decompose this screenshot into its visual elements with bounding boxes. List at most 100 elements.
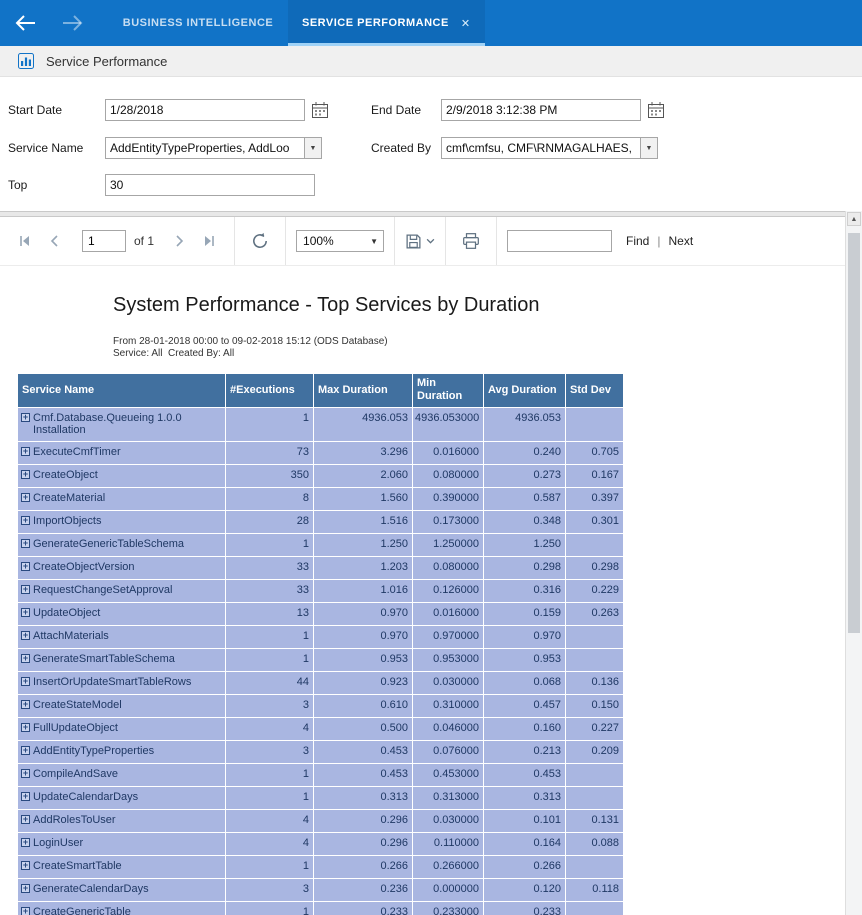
table-row: +AddEntityTypeProperties30.4530.0760000.… [18,741,624,764]
cell-value [566,902,624,915]
expand-plus-icon[interactable]: + [21,516,30,525]
page-number-input[interactable] [82,230,126,252]
top-navigation-bar: BUSINESS INTELLIGENCE SERVICE PERFORMANC… [0,0,862,46]
previous-page-button[interactable] [40,226,70,256]
expand-plus-icon[interactable]: + [21,447,30,456]
service-name: FullUpdateObject [33,722,118,734]
expand-plus-icon[interactable]: + [21,539,30,548]
expand-plus-icon[interactable]: + [21,792,30,801]
service-name-cell: +AttachMaterials [21,630,223,642]
created-by-combobox[interactable]: cmf\cmfsu, CMF\RNMAGALHAES, ▼ [441,137,658,159]
next-match-button[interactable]: Next [668,234,693,248]
cell-value: 0.266 [314,856,413,879]
expand-plus-icon[interactable]: + [21,470,30,479]
table-row: +UpdateObject130.9700.0160000.1590.263 [18,603,624,626]
scroll-up-icon[interactable]: ▲ [847,212,861,226]
tab-service-performance[interactable]: SERVICE PERFORMANCE ✕ [288,0,485,46]
start-date-input[interactable] [105,99,305,121]
expand-plus-icon[interactable]: + [21,654,30,663]
chevron-down-icon[interactable]: ▼ [640,138,657,158]
cell-value: 1.516 [314,511,413,534]
cell-value: 0.263 [566,603,624,626]
expand-plus-icon[interactable]: + [21,493,30,502]
first-page-icon [17,233,33,249]
start-date-calendar-button[interactable] [310,100,330,120]
expand-plus-icon[interactable]: + [21,608,30,617]
expand-plus-icon[interactable]: + [21,907,30,915]
export-button[interactable] [405,233,435,250]
expand-plus-icon[interactable]: + [21,585,30,594]
service-name-cell: +GenerateGenericTableSchema [21,538,223,550]
first-page-button[interactable] [10,226,40,256]
cell-value: 1.250000 [413,534,484,557]
service-name-cell: +CreateObjectVersion [21,561,223,573]
expand-plus-icon[interactable]: + [21,700,30,709]
cell-value: 1 [226,856,314,879]
service-name: AddRolesToUser [33,814,116,826]
save-icon [405,233,422,250]
cell-value: 33 [226,557,314,580]
cell-value: 1 [226,534,314,557]
expand-plus-icon[interactable]: + [21,884,30,893]
back-button[interactable] [8,0,42,46]
scrollbar-thumb[interactable] [848,233,860,633]
report-viewer-toolbar: of 1 100% ▼ [0,217,845,266]
toolbar-separator [445,217,446,265]
cell-value: 0.160 [484,718,566,741]
expand-plus-icon[interactable]: + [21,861,30,870]
chevron-down-icon[interactable]: ▼ [304,138,321,158]
refresh-icon [251,232,269,250]
expand-plus-icon[interactable]: + [21,677,30,686]
end-date-input[interactable] [441,99,641,121]
table-row: +AddRolesToUser40.2960.0300000.1010.131 [18,810,624,833]
expand-plus-icon[interactable]: + [21,838,30,847]
end-date-calendar-button[interactable] [646,100,666,120]
printer-icon [462,232,480,250]
cell-value: 0.953 [314,649,413,672]
expand-plus-icon[interactable]: + [21,723,30,732]
cell-value: 0.080000 [413,465,484,488]
close-icon[interactable]: ✕ [461,17,471,30]
cell-value: 1 [226,626,314,649]
cell-value: 0.705 [566,442,624,465]
table-row: +LoginUser40.2960.1100000.1640.088 [18,833,624,856]
service-name-cell: +Cmf.Database.Queueing 1.0.0 Installatio… [21,412,223,436]
column-header: Max Duration [314,374,413,408]
report-subtitle-range: From 28-01-2018 00:00 to 09-02-2018 15:1… [113,336,388,347]
service-name: CreateSmartTable [33,860,122,872]
next-page-button[interactable] [164,226,194,256]
top-input[interactable] [105,174,315,196]
forward-button[interactable] [56,0,90,46]
cell-value: 1 [226,902,314,915]
cell-value: 1.203 [314,557,413,580]
cell-value: 0.348 [484,511,566,534]
expand-plus-icon[interactable]: + [21,746,30,755]
created-by-label: Created By [371,137,431,159]
tab-business-intelligence[interactable]: BUSINESS INTELLIGENCE [108,0,288,46]
find-controls: Find | Next [626,234,693,248]
vertical-scrollbar[interactable]: ▲ [845,211,862,915]
last-page-button[interactable] [194,226,224,256]
zoom-select[interactable]: 100% ▼ [296,230,384,252]
find-input[interactable] [507,230,612,252]
cell-value [566,764,624,787]
expand-plus-icon[interactable]: + [21,631,30,640]
column-header: Avg Duration [484,374,566,408]
cell-value: 0.118 [566,879,624,902]
expand-plus-icon[interactable]: + [21,815,30,824]
find-button[interactable]: Find [626,234,649,248]
refresh-button[interactable] [245,226,275,256]
zoom-value: 100% [303,234,334,248]
expand-plus-icon[interactable]: + [21,562,30,571]
service-name-combobox[interactable]: AddEntityTypeProperties, AddLoo ▼ [105,137,322,159]
service-name-cell: +InsertOrUpdateSmartTableRows [21,676,223,688]
cell-value: 0.068 [484,672,566,695]
table-row: +CreateObjectVersion331.2030.0800000.298… [18,557,624,580]
cell-value: 2.060 [314,465,413,488]
cell-value: 0.088 [566,833,624,856]
expand-plus-icon[interactable]: + [21,413,30,422]
expand-plus-icon[interactable]: + [21,769,30,778]
report-body: System Performance - Top Services by Dur… [0,266,845,915]
print-button[interactable] [456,226,486,256]
cell-value: 1 [226,408,314,442]
